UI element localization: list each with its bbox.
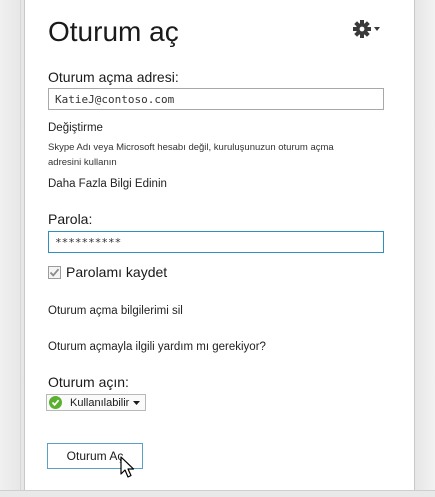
signin-status-label: Oturum açın: [48, 374, 129, 390]
caret-down-icon [374, 27, 380, 31]
status-selected-value: Kullanılabilir [70, 396, 130, 409]
password-input[interactable] [48, 231, 384, 253]
page-title: Oturum aç [48, 16, 179, 47]
password-label: Parola: [48, 211, 93, 227]
status-dropdown[interactable]: Kullanılabilir [46, 394, 147, 411]
window-left-frame [0, 0, 25, 497]
address-hint-text: Skype Adı veya Microsoft hesabı değil, k… [48, 142, 334, 168]
signin-address-label: Oturum açma adresi: [48, 69, 179, 85]
save-password-option[interactable]: Parolamı kaydet [48, 264, 167, 280]
available-status-icon [49, 396, 62, 409]
signin-panel: Oturum aç Oturum açma adresi: Değiştirme… [25, 0, 414, 490]
window-bottom-frame [0, 490, 435, 497]
save-password-label: Parolamı kaydet [66, 264, 168, 280]
change-address-link[interactable]: Değiştirme [48, 122, 103, 134]
signin-help-link[interactable]: Oturum açmayla ilgili yardım mı gerekiyo… [48, 341, 266, 353]
mouse-pointer-icon [120, 456, 136, 480]
signin-address-input[interactable] [48, 88, 384, 110]
learn-more-link[interactable]: Daha Fazla Bilgi Edinin [48, 178, 167, 190]
gear-icon [353, 20, 380, 38]
checkmark-icon [49, 268, 60, 277]
delete-signin-info-link[interactable]: Oturum açma bilgilerimi sil [48, 305, 183, 317]
save-password-checkbox[interactable] [48, 265, 61, 279]
settings-menu-button[interactable] [353, 19, 383, 39]
window-right-frame [414, 0, 435, 497]
caret-down-icon [133, 400, 141, 405]
